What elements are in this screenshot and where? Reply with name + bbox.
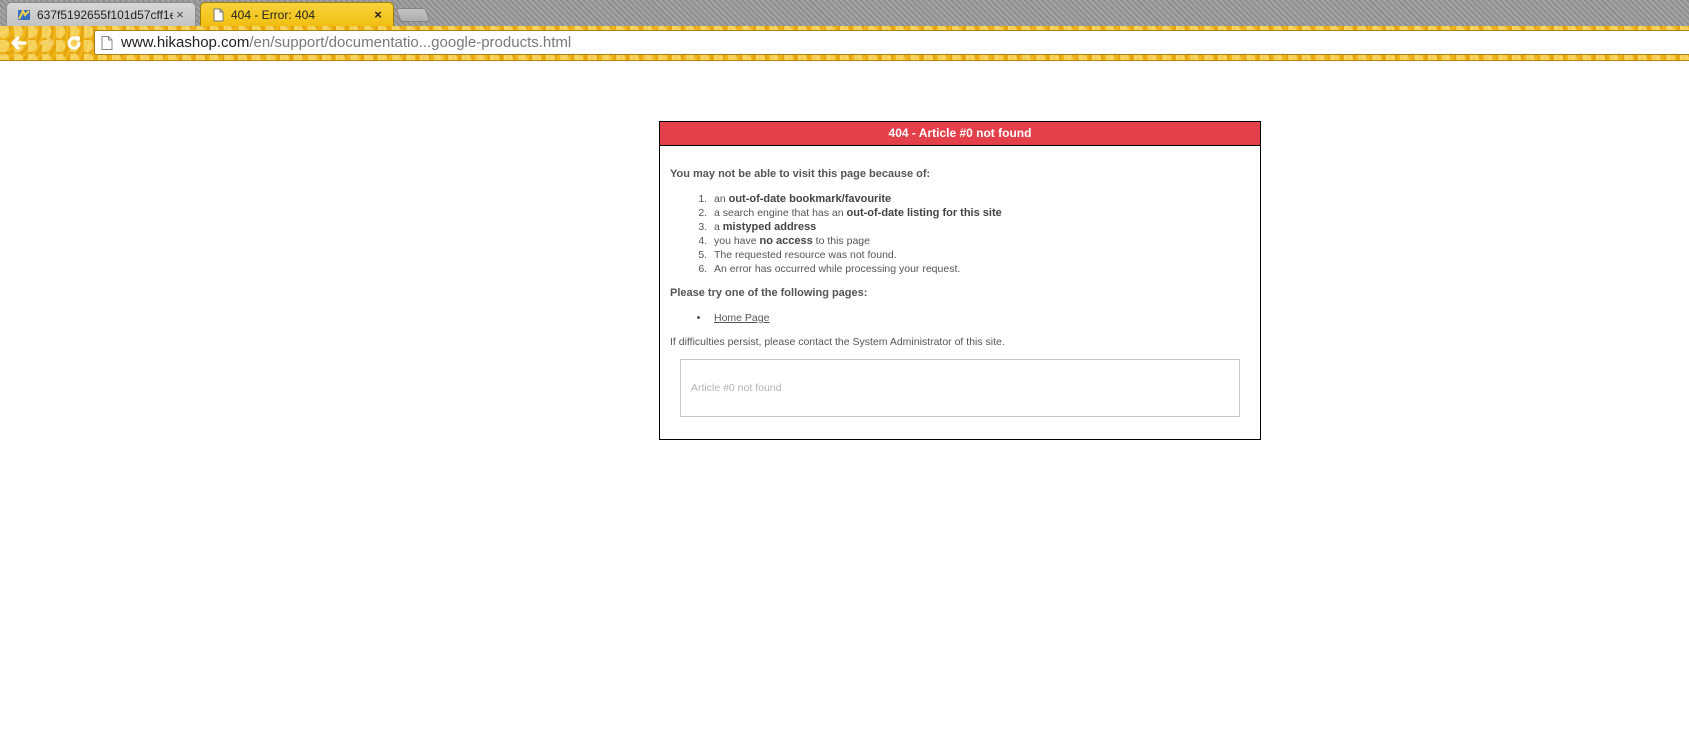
url-host: www.hikashop.com (121, 34, 250, 51)
forward-arrow-icon (39, 36, 55, 50)
reason-item: An error has occurred while processing y… (710, 262, 1250, 276)
site-favicon-icon (18, 8, 30, 20)
page-icon (213, 8, 224, 21)
reasons-intro: You may not be able to visit this page b… (670, 168, 931, 180)
back-button[interactable] (6, 31, 30, 55)
reason-item: you have no access to this page (710, 234, 1250, 248)
reload-icon (67, 36, 81, 50)
error-body: You may not be able to visit this page b… (660, 168, 1260, 417)
error-box: 404 - Article #0 not found You may not b… (659, 121, 1261, 440)
reason-item: an out-of-date bookmark/favourite (710, 192, 1250, 206)
url-text: www.hikashop.com/en/support/documentatio… (121, 34, 571, 51)
tab-title: 404 - Error: 404 (231, 7, 316, 22)
reasons-list: an out-of-date bookmark/favourite a sear… (670, 192, 1250, 276)
contact-admin-text: If difficulties persist, please contact … (670, 336, 1005, 348)
forward-button[interactable] (36, 31, 60, 55)
reason-item: a mistyped address (710, 220, 1250, 234)
close-tab-icon[interactable]: × (371, 7, 385, 22)
reload-button[interactable] (62, 31, 86, 55)
back-arrow-icon (11, 36, 27, 50)
tab-error[interactable]: 404 - Error: 404 × (200, 2, 394, 26)
error-message-box: Article #0 not found (680, 359, 1240, 417)
reason-item: a search engine that has an out-of-date … (710, 206, 1250, 220)
home-page-link[interactable]: Home Page (714, 312, 769, 324)
error-header: 404 - Article #0 not found (660, 122, 1260, 146)
reason-item: The requested resource was not found. (710, 248, 1250, 262)
suggested-page-item: Home Page (710, 311, 1250, 325)
address-bar[interactable]: www.hikashop.com/en/support/documentatio… (94, 30, 1689, 55)
close-tab-icon[interactable]: × (173, 7, 187, 22)
tab-site[interactable]: 637f5192655f101d57cff1e9 × (6, 2, 196, 26)
tab-title: 637f5192655f101d57cff1e9 (37, 7, 173, 22)
page-icon (101, 35, 113, 50)
suggested-pages: Home Page (670, 311, 1250, 325)
tab-strip: 637f5192655f101d57cff1e9 × 404 - Error: … (0, 0, 1689, 26)
url-path: /en/support/documentatio...google-produc… (249, 34, 572, 51)
try-pages-heading: Please try one of the following pages: (670, 287, 868, 299)
browser-toolbar: www.hikashop.com/en/support/documentatio… (0, 26, 1689, 61)
new-tab-button[interactable] (395, 8, 431, 22)
